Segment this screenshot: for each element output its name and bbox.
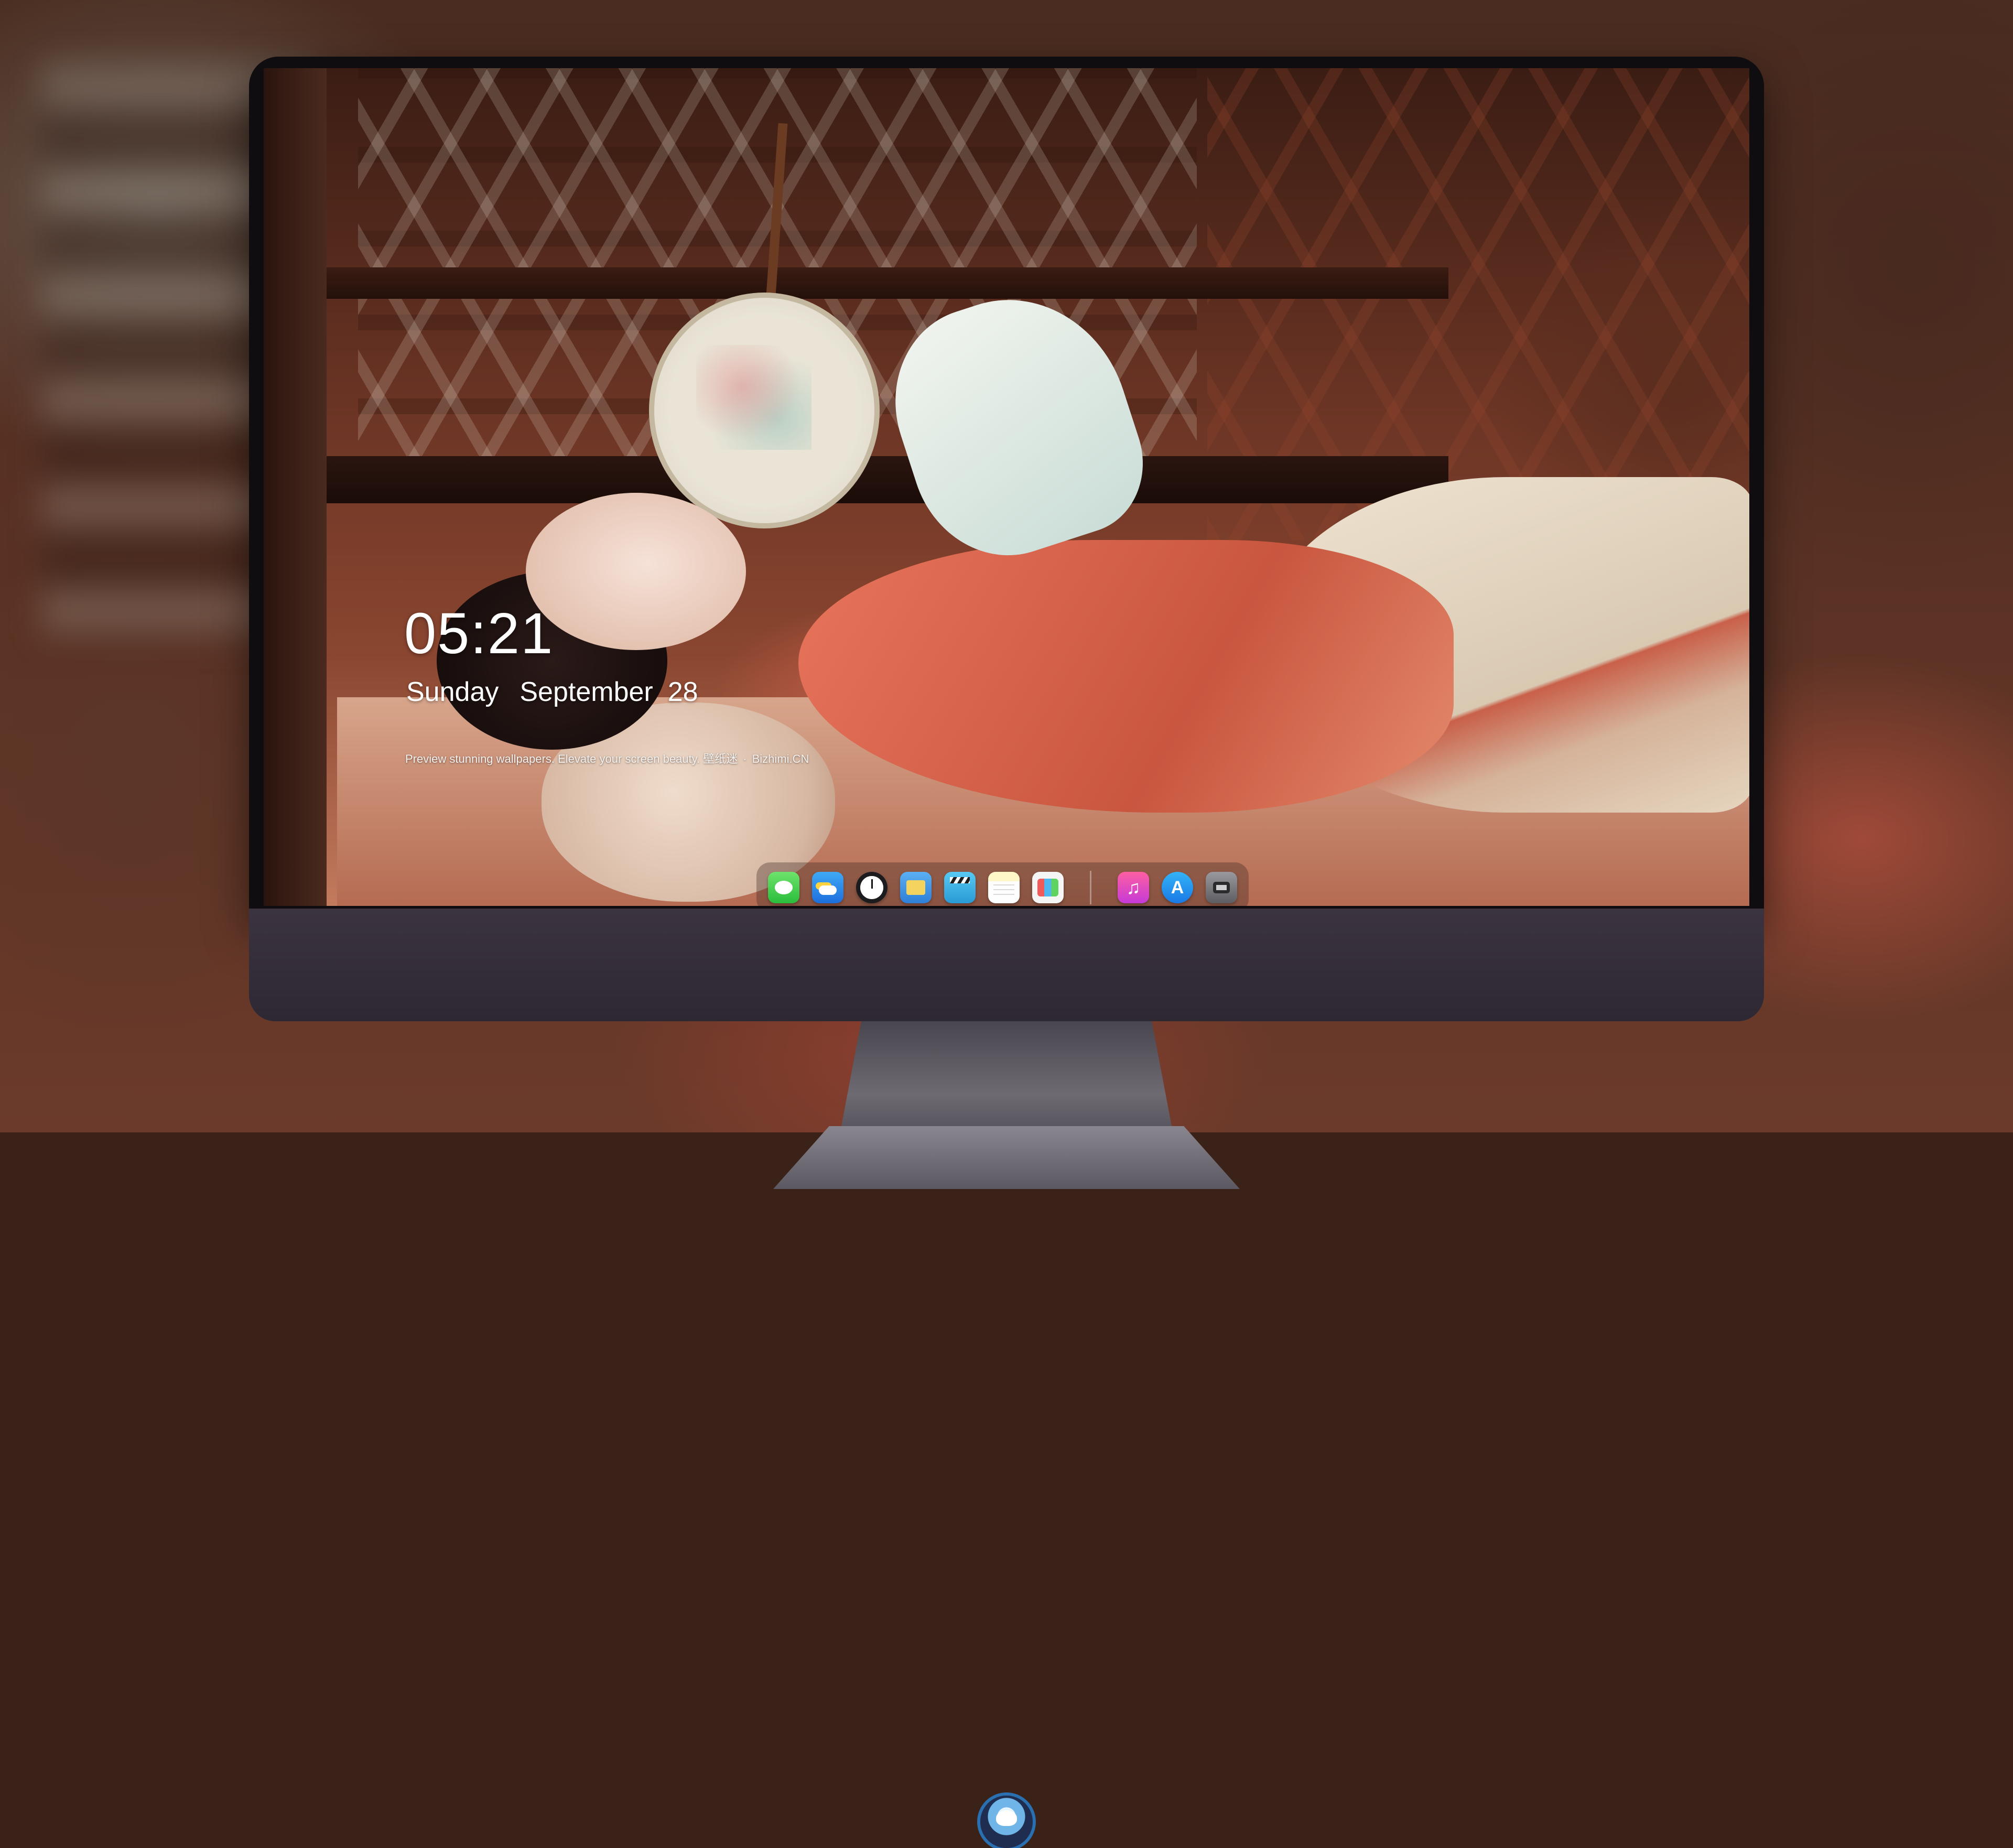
monitor: 05:21 Sunday September 28 Preview stunning… [249, 57, 1764, 1848]
monitor-stand-base [773, 1126, 1240, 1189]
wallpaper-bed-post [264, 68, 327, 906]
date-day: 28 [667, 677, 698, 707]
messages-icon[interactable] [768, 872, 799, 903]
monitor-chin [249, 909, 1764, 1848]
tagline-text: Preview stunning wallpapers. Elevate you… [405, 752, 700, 765]
screen-wallpaper: 05:21 Sunday September 28 Preview stunning… [264, 68, 1749, 906]
wallpaper-bed-rail-top [295, 267, 1448, 299]
weather-icon[interactable] [812, 872, 843, 903]
date-month: September [520, 677, 653, 707]
date-weekday: Sunday [406, 677, 499, 707]
notes-icon[interactable] [988, 872, 1020, 903]
brand-mascot-logo [980, 1796, 1033, 1848]
lockscreen-date: Sunday September 28 [406, 676, 698, 708]
camera-icon[interactable] [1206, 872, 1237, 903]
monitor-stand-neck [841, 1021, 1172, 1126]
wallpaper-bed-rail [295, 456, 1448, 503]
lockscreen-tagline: Preview stunning wallpapers. Elevate you… [405, 752, 809, 765]
photos-icon[interactable] [1032, 872, 1064, 903]
dock [756, 862, 1249, 906]
wallpaper-face [526, 493, 746, 650]
tagline-brand-cn: 壁纸迷 [703, 752, 738, 765]
music-icon[interactable] [1118, 872, 1149, 903]
tagline-brand-site[interactable]: Bizhimi.CN [752, 752, 809, 765]
wallpaper-round-fan [649, 293, 880, 528]
clapperboard-icon[interactable] [944, 872, 976, 903]
app-store-icon[interactable] [1162, 872, 1193, 903]
lockscreen-clock: 05:21 [404, 601, 554, 666]
preview-icon[interactable] [900, 872, 932, 903]
clock-icon[interactable] [856, 872, 888, 903]
dock-divider [1090, 871, 1091, 904]
